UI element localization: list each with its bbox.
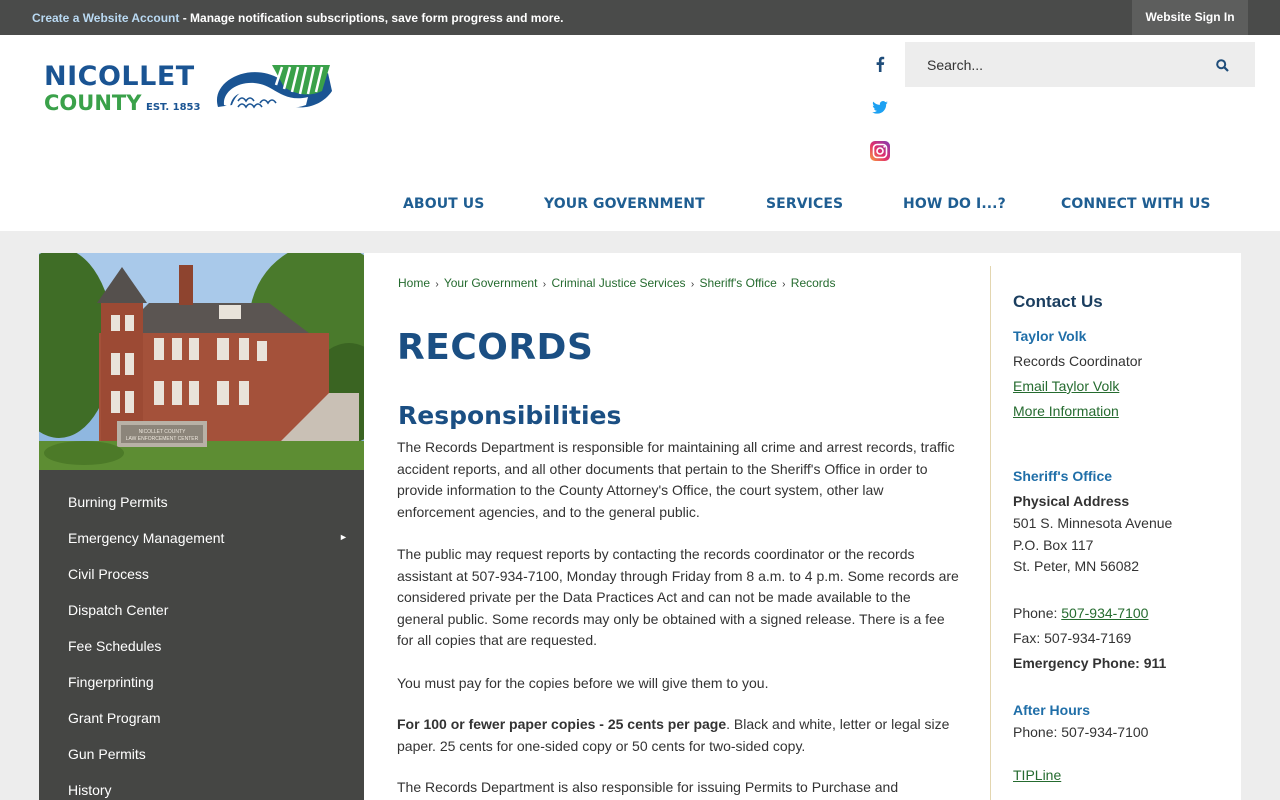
facebook-icon[interactable] bbox=[868, 52, 892, 76]
sidebar-item-gun-permits[interactable]: Gun Permits bbox=[68, 746, 146, 762]
breadcrumb-records[interactable]: Records bbox=[791, 276, 836, 290]
breadcrumb-your-government[interactable]: Your Government bbox=[444, 276, 538, 290]
sidebar-item-civil-process[interactable]: Civil Process bbox=[68, 566, 149, 582]
paragraph-permits: The Records Department is also responsib… bbox=[397, 779, 899, 795]
logo-word-nicollet: NICOLLET bbox=[44, 61, 195, 92]
column-divider bbox=[990, 266, 991, 800]
twitter-icon[interactable] bbox=[868, 95, 892, 119]
sidebar-item-burning-permits[interactable]: Burning Permits bbox=[68, 494, 168, 510]
emergency-phone: Emergency Phone: 911 bbox=[1013, 655, 1167, 671]
more-information-link[interactable]: More Information bbox=[1013, 403, 1119, 419]
site-header: NICOLLET COUNTY EST. 1853 Search... ABOU… bbox=[0, 35, 1280, 231]
tipline-link[interactable]: TIPLine bbox=[1013, 767, 1061, 783]
nav-how-do-i[interactable]: HOW DO I...? bbox=[903, 196, 1006, 212]
breadcrumb-home[interactable]: Home bbox=[398, 276, 430, 290]
logo-established: EST. 1853 bbox=[146, 102, 201, 113]
sidebar-item-emergency-management[interactable]: Emergency Management bbox=[68, 530, 224, 546]
address-line-1: 501 S. Minnesota Avenue bbox=[1013, 515, 1173, 531]
breadcrumb-separator: › bbox=[782, 279, 786, 290]
fax-number: Fax: 507-934-7169 bbox=[1013, 630, 1132, 646]
address-line-2: P.O. Box 117 bbox=[1013, 537, 1094, 553]
after-hours-heading: After Hours bbox=[1013, 702, 1091, 718]
section-heading: Responsibilities bbox=[398, 401, 622, 430]
nav-services[interactable]: SERVICES bbox=[766, 196, 843, 212]
page-title: RECORDS bbox=[397, 327, 594, 368]
nav-your-government[interactable]: YOUR GOVERNMENT bbox=[544, 196, 705, 212]
breadcrumb-separator: › bbox=[542, 279, 547, 290]
sidebar-item-history[interactable]: History bbox=[68, 782, 112, 798]
email-contact-link[interactable]: Email Taylor Volk bbox=[1013, 378, 1119, 394]
website-sign-in-button[interactable]: Website Sign In bbox=[1132, 0, 1248, 35]
logo-word-county: COUNTY bbox=[44, 91, 142, 115]
law-enforcement-center-photo: NICOLLET COUNTY LAW ENFORCEMENT CENTER bbox=[39, 253, 364, 470]
sign-line-2: LAW ENFORCEMENT CENTER bbox=[126, 436, 199, 442]
phone-link[interactable]: 507-934-7100 bbox=[1061, 605, 1148, 621]
paragraph-payment: You must pay for the copies before we wi… bbox=[397, 675, 769, 691]
breadcrumb-sheriffs-office[interactable]: Sheriff's Office bbox=[700, 276, 777, 290]
sidebar-navigation: Burning Permits Emergency Management ► C… bbox=[39, 470, 364, 800]
main-navigation: ABOUT US YOUR GOVERNMENT SERVICES HOW DO… bbox=[373, 185, 1243, 225]
after-hours-phone: Phone: 507-934-7100 bbox=[1013, 724, 1149, 740]
sidebar-item-fingerprinting[interactable]: Fingerprinting bbox=[68, 674, 154, 690]
office-name: Sheriff's Office bbox=[1013, 468, 1113, 484]
copy-fee-bold: For 100 or fewer paper copies - 25 cents… bbox=[397, 716, 727, 732]
phone-label: Phone: bbox=[1013, 605, 1062, 621]
breadcrumb-separator: › bbox=[435, 279, 439, 290]
nav-connect-with-us[interactable]: CONNECT WITH US bbox=[1061, 196, 1211, 212]
paragraph-responsibilities: The Records Department is responsible fo… bbox=[397, 439, 955, 520]
main-content: Home › Your Government › Criminal Justic… bbox=[364, 253, 1241, 800]
county-logo[interactable]: NICOLLET COUNTY EST. 1853 bbox=[44, 61, 344, 121]
nav-about-us[interactable]: ABOUT US bbox=[403, 196, 484, 212]
contact-role: Records Coordinator bbox=[1013, 353, 1143, 369]
instagram-icon[interactable] bbox=[868, 139, 892, 163]
sidebar-item-dispatch-center[interactable]: Dispatch Center bbox=[68, 602, 168, 618]
contact-name: Taylor Volk bbox=[1013, 328, 1087, 344]
account-message: Create a Website Account - Manage notifi… bbox=[32, 11, 563, 25]
search-box bbox=[905, 42, 1255, 87]
breadcrumb: Home › Your Government › Criminal Justic… bbox=[398, 276, 835, 290]
paragraph-copy-fees: For 100 or fewer paper copies - 25 cents… bbox=[397, 714, 959, 757]
create-account-link[interactable]: Create a Website Account bbox=[32, 11, 179, 25]
breadcrumb-separator: › bbox=[690, 279, 695, 290]
account-message-text: - Manage notification subscriptions, sav… bbox=[179, 11, 564, 25]
paragraph-requests: The public may request reports by contac… bbox=[397, 546, 959, 648]
address-label: Physical Address bbox=[1013, 493, 1130, 509]
sign-line-1: NICOLLET COUNTY bbox=[139, 429, 187, 435]
contact-heading: Contact Us bbox=[1013, 292, 1103, 311]
search-button[interactable] bbox=[1211, 54, 1233, 76]
breadcrumb-criminal-justice-services[interactable]: Criminal Justice Services bbox=[551, 276, 685, 290]
expand-arrow-icon[interactable]: ► bbox=[339, 532, 348, 542]
logo-emblem-icon bbox=[216, 65, 332, 109]
search-icon bbox=[1215, 58, 1229, 72]
phone-row: Phone: 507-934-7100 bbox=[1013, 605, 1148, 621]
sidebar-item-fee-schedules[interactable]: Fee Schedules bbox=[68, 638, 161, 654]
address-line-3: St. Peter, MN 56082 bbox=[1013, 558, 1140, 574]
top-bar: Create a Website Account - Manage notifi… bbox=[0, 0, 1280, 35]
search-input[interactable] bbox=[905, 42, 1205, 87]
sidebar-item-grant-program[interactable]: Grant Program bbox=[68, 710, 161, 726]
